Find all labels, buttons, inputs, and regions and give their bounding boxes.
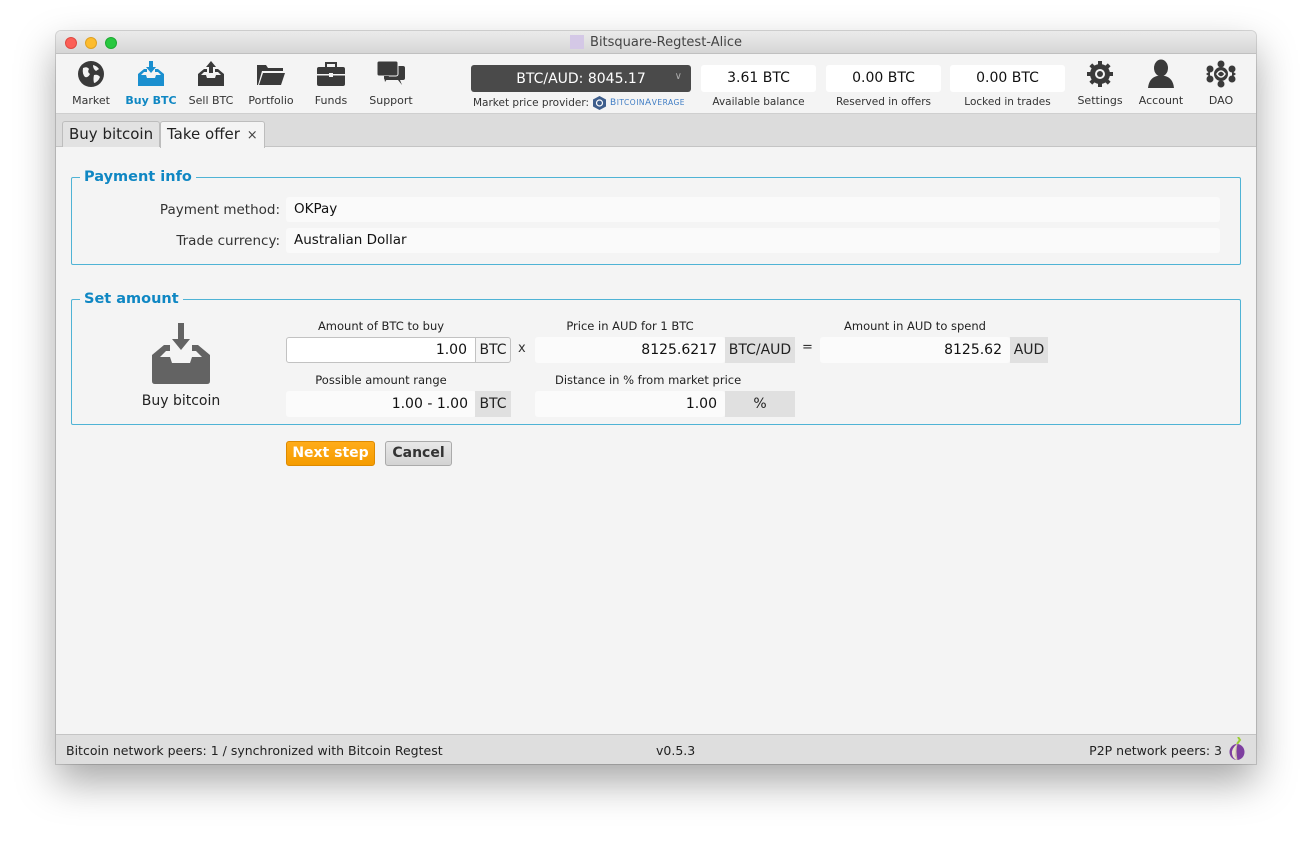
cancel-button[interactable]: Cancel	[385, 441, 452, 466]
gear-icon	[1084, 58, 1116, 90]
buy-bitcoin-caption: Buy bitcoin	[141, 393, 221, 409]
payment-info-title: Payment info	[84, 169, 192, 185]
globe-icon	[75, 58, 107, 90]
amount-label: Amount of BTC to buy	[317, 319, 445, 333]
tab-buy-bitcoin[interactable]: Buy bitcoin	[62, 121, 161, 147]
price-provider: Market price provider: BITCOINAVERAGE	[473, 96, 686, 110]
nav-support[interactable]: Support	[361, 58, 421, 107]
nav-funds[interactable]: Funds	[301, 58, 361, 107]
document-icon	[570, 35, 585, 49]
nav-account[interactable]: Account	[1131, 58, 1191, 107]
nav-dao[interactable]: DAO	[1191, 58, 1251, 107]
p2p-network-status: P2P network peers: 3	[1089, 743, 1222, 758]
available-balance: 3.61 BTC Available balance	[701, 65, 816, 108]
inbox-download-icon	[135, 58, 167, 90]
main-nav: Market Buy BTC Sell BTC Portfolio Funds	[56, 54, 1256, 114]
maximize-window-button[interactable]	[105, 37, 117, 49]
nav-sell-btc[interactable]: Sell BTC	[181, 58, 241, 107]
distance-unit: %	[725, 391, 795, 417]
inbox-upload-icon	[195, 58, 227, 90]
total-label: Amount in AUD to spend	[844, 319, 986, 333]
distance-value: 1.00	[535, 391, 725, 417]
next-step-button[interactable]: Next step	[286, 441, 375, 466]
amount-input[interactable]: 1.00	[286, 337, 476, 363]
bitcoinaverage-logo-icon	[593, 96, 607, 110]
price-value: 8125.6217	[535, 337, 725, 363]
price-label: Price in AUD for 1 BTC	[566, 319, 694, 333]
reserved-balance: 0.00 BTC Reserved in offers	[826, 65, 941, 108]
amount-unit: BTC	[475, 337, 511, 363]
range-value: 1.00 - 1.00	[286, 391, 476, 417]
equals-sign: =	[802, 340, 813, 355]
briefcase-icon	[315, 58, 347, 90]
multiply-sign: x	[518, 341, 526, 356]
chevron-down-icon: ∨	[674, 71, 682, 82]
nav-market[interactable]: Market	[61, 58, 121, 107]
close-tab-icon[interactable]: ×	[247, 128, 258, 143]
chat-bubbles-icon	[375, 58, 407, 90]
window-title: Bitsquare-Regtest-Alice	[590, 34, 742, 50]
folder-icon	[255, 58, 287, 90]
bitcoin-network-status: Bitcoin network peers: 1 / synchronized …	[66, 743, 443, 758]
status-bar: Bitcoin network peers: 1 / synchronized …	[56, 734, 1256, 764]
set-amount-title: Set amount	[84, 291, 179, 307]
total-value: 8125.62	[820, 337, 1010, 363]
nav-buy-btc[interactable]: Buy BTC	[121, 58, 181, 107]
nav-settings[interactable]: Settings	[1070, 58, 1130, 107]
trade-currency-value: Australian Dollar	[286, 228, 1220, 253]
app-window: Bitsquare-Regtest-Alice Market Buy BTC S…	[56, 31, 1256, 764]
payment-method-value: OKPay	[286, 197, 1220, 222]
tab-take-offer[interactable]: Take offer ×	[160, 121, 265, 148]
buy-bitcoin-large-icon	[148, 323, 214, 389]
tor-onion-icon	[1229, 737, 1245, 761]
user-icon	[1145, 58, 1177, 90]
dao-network-icon	[1205, 58, 1237, 90]
range-unit: BTC	[475, 391, 511, 417]
distance-label: Distance in % from market price	[555, 373, 742, 387]
market-price-select[interactable]: BTC/AUD: 8045.17 ∨	[471, 65, 691, 92]
bitcoinaverage-link[interactable]: BITCOINAVERAGE	[610, 98, 685, 108]
window-controls	[65, 37, 117, 49]
locked-balance: 0.00 BTC Locked in trades	[950, 65, 1065, 108]
take-offer-content: Payment info Payment method: OKPay Trade…	[56, 147, 1256, 733]
close-window-button[interactable]	[65, 37, 77, 49]
trade-currency-label: Trade currency:	[176, 233, 280, 249]
range-label: Possible amount range	[315, 373, 447, 387]
minimize-window-button[interactable]	[85, 37, 97, 49]
version-label: v0.5.3	[656, 743, 696, 758]
tab-bar: Buy bitcoin Take offer ×	[56, 114, 1256, 148]
title-bar: Bitsquare-Regtest-Alice	[56, 31, 1256, 54]
total-unit: AUD	[1010, 337, 1048, 363]
price-unit: BTC/AUD	[725, 337, 795, 363]
payment-method-label: Payment method:	[159, 202, 280, 218]
nav-portfolio[interactable]: Portfolio	[241, 58, 301, 107]
